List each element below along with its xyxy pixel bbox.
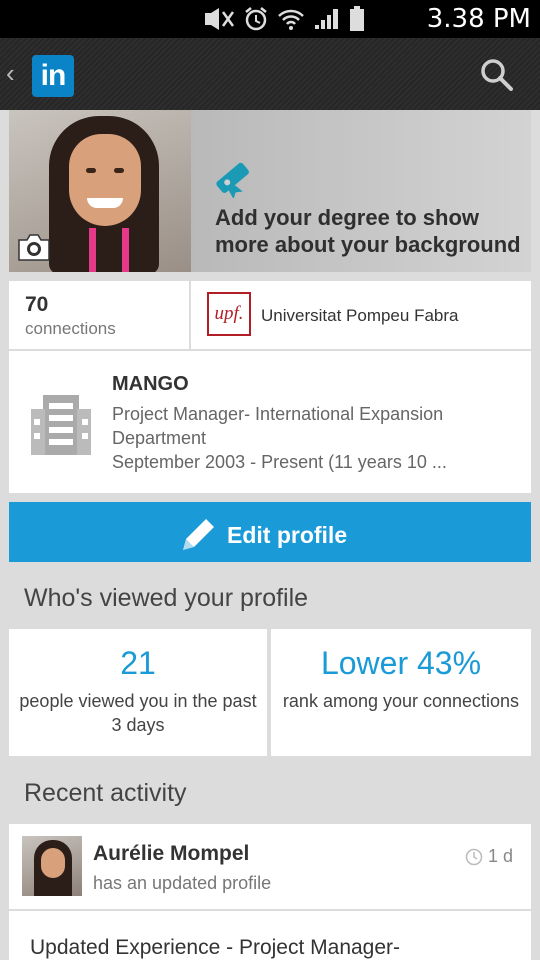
position-card[interactable]: MANGO Project Manager- International Exp…: [9, 351, 531, 493]
profile-views-card[interactable]: 21 people viewed you in the past 3 days: [9, 629, 267, 756]
job-title: Project Manager- International Expansion…: [112, 404, 444, 448]
profile-views-value: 21: [120, 645, 156, 681]
linkedin-logo[interactable]: in: [32, 55, 74, 97]
camera-icon[interactable]: [17, 232, 51, 262]
update-card[interactable]: Updated Experience - Project Manager-: [9, 911, 531, 960]
status-bar: 3.38 PM: [0, 0, 540, 38]
signal-icon: [315, 9, 338, 29]
profile-photo[interactable]: [9, 110, 191, 272]
alarm-icon: [245, 7, 267, 31]
rank-value: Lower 43%: [320, 645, 482, 681]
rank-card[interactable]: Lower 43% rank among your connections: [271, 629, 531, 756]
search-icon[interactable]: [480, 58, 514, 92]
status-time: 3.38 PM: [426, 4, 531, 34]
job-dates: September 2003 - Present (11 years 10 ..…: [112, 452, 447, 472]
connections-card[interactable]: 70 connections: [9, 281, 189, 349]
mute-icon: [205, 8, 235, 30]
activity-time: 1 d: [465, 846, 513, 867]
activity-subtitle: has an updated profile: [93, 873, 272, 893]
edit-profile-content: Edit profile: [179, 516, 347, 554]
edit-profile-button[interactable]: Edit profile: [9, 502, 531, 562]
wifi-icon: [278, 9, 304, 30]
activity-name[interactable]: Aurélie Mompel: [93, 842, 249, 866]
app-bar: ‹ in: [0, 38, 540, 110]
rank-desc: rank among your connections: [282, 691, 520, 711]
activity-time-label: 1 d: [487, 846, 513, 866]
activity-item[interactable]: Aurélie Mompel has an updated profile 1 …: [9, 824, 531, 909]
recent-activity-heading: Recent activity: [24, 779, 187, 807]
connections-label: connections: [25, 319, 116, 338]
who-viewed-heading: Who's viewed your profile: [24, 584, 309, 612]
edit-profile-label: Edit profile: [227, 521, 348, 548]
degree-prompt[interactable]: Add your degree to show more about your …: [215, 204, 531, 258]
pencil-icon: [183, 519, 214, 550]
profile-header: Add your degree to show more about your …: [9, 110, 531, 272]
school-logo: upf.: [207, 292, 251, 336]
diploma-icon: [216, 162, 249, 198]
clock-icon: [465, 848, 483, 865]
battery-icon: [350, 6, 364, 31]
status-icons: [203, 6, 365, 32]
building-icon: [31, 395, 91, 455]
update-text: Updated Experience - Project Manager-: [30, 936, 401, 959]
company-name: MANGO: [112, 373, 189, 395]
chevron-left-icon[interactable]: ‹: [6, 58, 15, 89]
connections-count: 70: [25, 293, 49, 316]
avatar[interactable]: [22, 836, 82, 896]
profile-views-desc: people viewed you in the past 3 days: [19, 691, 257, 735]
education-card[interactable]: upf. Universitat Pompeu Fabra: [191, 281, 531, 349]
school-name: Universitat Pompeu Fabra: [261, 306, 459, 325]
